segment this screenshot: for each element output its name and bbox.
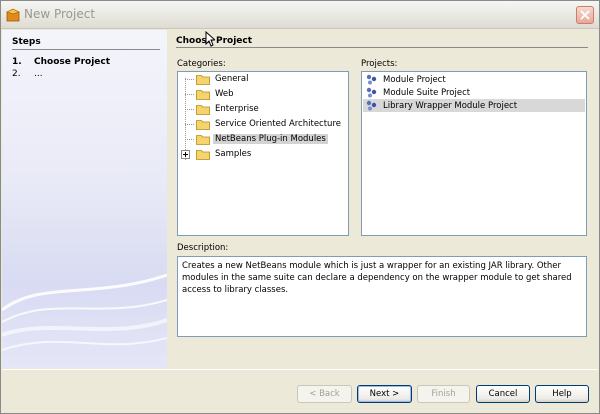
project-module-suite-project[interactable]: Module Suite Project (363, 86, 585, 99)
folder-icon (196, 119, 210, 130)
category-netbeans-plugin-modules[interactable]: NetBeans Plug-in Modules (196, 132, 328, 146)
category-enterprise[interactable]: Enterprise (196, 102, 261, 116)
category-label: Samples (215, 149, 252, 159)
expand-toggle[interactable] (181, 150, 190, 159)
next-button[interactable]: Next > (357, 385, 412, 403)
library-wrapper-icon (366, 100, 377, 111)
main-content: Choose Project Categories: Projects: Gen… (167, 30, 599, 368)
project-label: Module Project (383, 74, 446, 85)
help-button[interactable]: Help (535, 385, 589, 403)
folder-icon (196, 104, 210, 115)
folder-icon (196, 149, 210, 160)
projects-label: Projects: (361, 59, 398, 69)
steps-divider (12, 49, 160, 50)
cancel-button[interactable]: Cancel (476, 385, 530, 403)
back-button[interactable]: < Back (297, 385, 352, 403)
description-text: Creates a new NetBeans module which is j… (177, 256, 587, 337)
project-label: Library Wrapper Module Project (383, 100, 518, 111)
step-next: 2.... (12, 69, 43, 79)
category-label: NetBeans Plug-in Modules (213, 134, 328, 144)
tree-connector (185, 109, 194, 110)
categories-label: Categories: (177, 59, 226, 69)
category-label: General (215, 74, 249, 84)
step-label: Choose Project (34, 57, 111, 67)
category-web[interactable]: Web (196, 87, 236, 101)
close-icon (580, 10, 590, 20)
tree-connector (185, 79, 194, 80)
steps-heading: Steps (12, 37, 41, 47)
project-library-wrapper-module[interactable]: Library Wrapper Module Project (363, 99, 585, 112)
folder-icon (196, 89, 210, 100)
description-label: Description: (177, 243, 229, 253)
projects-list[interactable]: Module Project Module Suite Project Libr… (361, 71, 587, 236)
step-number: 2. (12, 69, 21, 79)
tree-connector (185, 94, 194, 95)
netbeans-app-icon (6, 8, 20, 22)
category-label: Web (215, 89, 234, 99)
category-label: Service Oriented Architecture (215, 119, 341, 129)
project-label: Module Suite Project (383, 87, 471, 98)
step-choose-project: 1. Choose Project (12, 57, 110, 67)
folder-icon (196, 134, 210, 145)
tree-connector (185, 124, 194, 125)
project-module-project[interactable]: Module Project (363, 73, 585, 86)
category-general[interactable]: General (196, 72, 251, 86)
steps-panel: Steps 1. Choose Project 2.... (2, 30, 167, 368)
window-title: New Project (24, 7, 96, 21)
finish-button[interactable]: Finish (417, 385, 470, 403)
new-project-dialog: New Project Steps 1. Choose Project 2....… (0, 0, 600, 414)
category-label: Enterprise (215, 104, 259, 114)
module-project-icon (366, 74, 377, 85)
decorative-swirl (2, 273, 167, 351)
folder-icon (196, 74, 210, 85)
button-bar: < Back Next > Finish Cancel Help (2, 369, 598, 413)
close-button[interactable] (576, 6, 594, 24)
content-divider (176, 47, 588, 48)
step-number: 1. (12, 57, 22, 67)
module-suite-icon (366, 87, 377, 98)
tree-connector (185, 139, 194, 140)
mouse-cursor-icon (205, 31, 215, 47)
category-soa[interactable]: Service Oriented Architecture (196, 117, 343, 131)
title-bar[interactable]: New Project (1, 1, 599, 29)
category-samples[interactable]: Samples (196, 147, 253, 161)
step-label: ... (34, 69, 43, 79)
tree-guide-line (185, 78, 195, 160)
categories-tree[interactable]: General Web Enterprise Service Oriented … (177, 71, 349, 236)
